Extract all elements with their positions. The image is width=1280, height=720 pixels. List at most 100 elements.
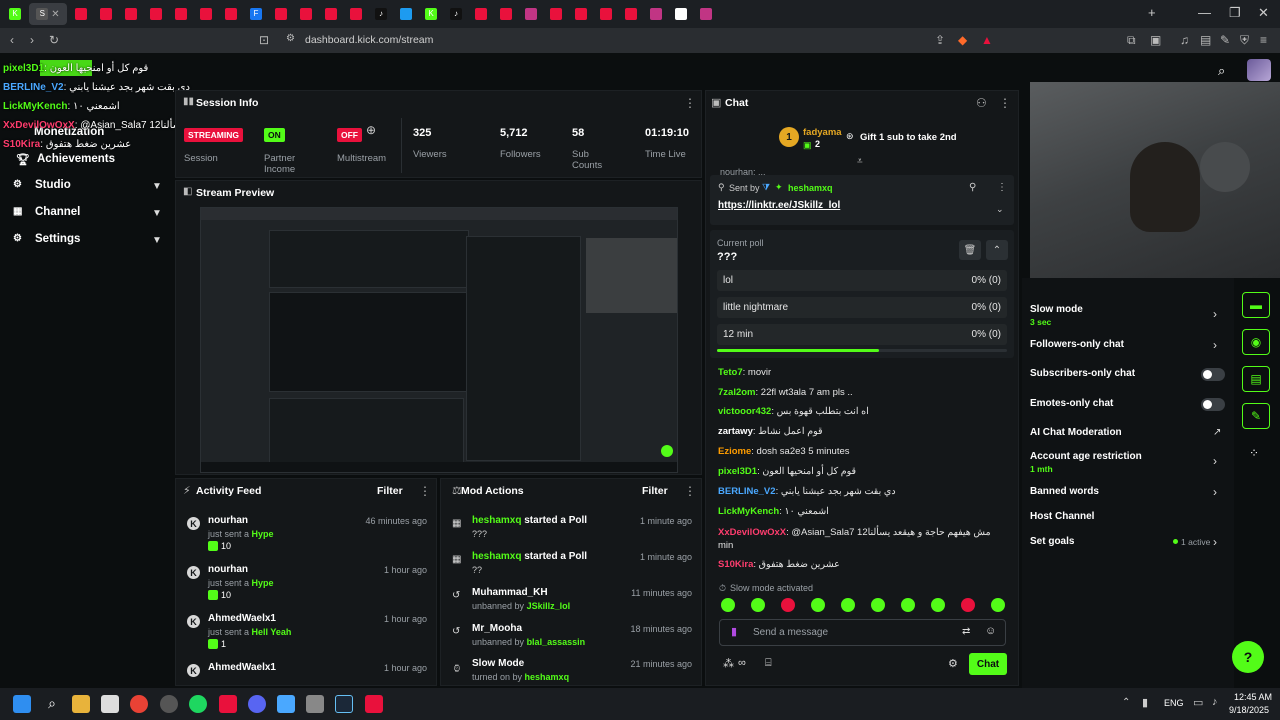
start-icon[interactable] [13, 695, 31, 713]
gifter-name[interactable]: fadyama [803, 127, 842, 138]
sidebar-item-settings[interactable]: Settings [35, 233, 80, 245]
browser-tab[interactable] [470, 3, 492, 25]
browser-tab[interactable]: K [420, 3, 442, 25]
unpin-icon[interactable]: ⚲ [969, 182, 976, 193]
mod-username[interactable]: Mr_Mooha [472, 623, 522, 634]
activity-username[interactable]: nourhan [208, 564, 248, 575]
chevron-right-icon[interactable]: › [1213, 307, 1217, 321]
chat-username[interactable]: S10Kira [718, 559, 753, 570]
chat-input[interactable]: Send a message [753, 627, 828, 638]
chevron-right-icon[interactable]: › [1213, 485, 1217, 499]
more-icon[interactable]: ⋮ [684, 484, 696, 498]
browser-tab[interactable] [595, 3, 617, 25]
broadcast-icon[interactable]: ◉ [1242, 329, 1270, 355]
emote-icon[interactable] [991, 598, 1005, 612]
browser-tab[interactable] [495, 3, 517, 25]
browser-tab[interactable]: G [670, 3, 692, 25]
browser-tab[interactable] [695, 3, 717, 25]
send-chat-button[interactable]: Chat [969, 653, 1007, 675]
browser-tab[interactable] [295, 3, 317, 25]
toggle-switch[interactable] [1201, 398, 1225, 411]
volume-icon[interactable]: ♪ [1212, 696, 1218, 708]
site-info-icon[interactable]: ⚙ [286, 33, 295, 44]
users-icon[interactable]: ⁂ [723, 657, 734, 670]
chevron-down-icon[interactable]: ▼ [152, 208, 162, 219]
setting-slow-mode[interactable]: Slow mode [1030, 304, 1083, 315]
browser-tab[interactable] [145, 3, 167, 25]
extensions-icon[interactable]: ⧉ [1127, 33, 1136, 48]
browser-tab[interactable] [95, 3, 117, 25]
app-icon[interactable] [219, 695, 237, 713]
emote-icon[interactable] [901, 598, 915, 612]
chat-tool-icon[interactable]: ▬ [1242, 292, 1270, 318]
setting-banned-words[interactable]: Banned words [1030, 486, 1099, 497]
sidebar-icon[interactable]: ▣ [1150, 33, 1161, 47]
new-tab-button[interactable]: + [1148, 5, 1156, 20]
wallet-icon[interactable]: ▤ [1200, 33, 1211, 47]
setting-followers-only-chat[interactable]: Followers-only chat [1030, 339, 1124, 350]
emote-icon[interactable] [871, 598, 885, 612]
mod-username[interactable]: heshamxq [472, 551, 521, 562]
mod-actor[interactable]: blal_assassin [527, 637, 586, 647]
bookmark-icon[interactable]: ⊡ [259, 33, 269, 47]
avatar[interactable] [1247, 59, 1271, 81]
activity-username[interactable]: AhmedWaelx1 [208, 613, 276, 624]
browser-tab[interactable] [645, 3, 667, 25]
browser-tab[interactable]: K [4, 3, 26, 25]
mic-icon[interactable]: ▮ [731, 625, 737, 638]
emote-icon[interactable] [811, 598, 825, 612]
browser-tab[interactable]: F [245, 3, 267, 25]
activity-username[interactable]: nourhan [208, 515, 248, 526]
rewards-icon[interactable]: ▲ [981, 33, 993, 47]
language-indicator[interactable]: ENG [1164, 698, 1184, 708]
poll-option[interactable]: 12 min 0% (0) [717, 324, 1007, 345]
toggle-switch[interactable] [1201, 368, 1225, 381]
chevron-right-icon[interactable]: › [1213, 338, 1217, 352]
browser-tab[interactable]: ♪ [445, 3, 467, 25]
search-icon[interactable]: ⌕ [1218, 63, 1225, 79]
steam-icon[interactable] [335, 695, 353, 713]
browser-tab[interactable]: ♪ [370, 3, 392, 25]
more-icon[interactable]: ⋮ [419, 484, 431, 498]
maximize-button[interactable]: ❐ [1229, 5, 1241, 21]
mod-actor[interactable]: JSkillz_lol [527, 601, 571, 611]
chat-username[interactable]: BERLINe_V2 [718, 486, 776, 497]
browser-tab[interactable] [545, 3, 567, 25]
spotify-icon[interactable] [189, 695, 207, 713]
browser-tab[interactable] [270, 3, 292, 25]
browser-tab[interactable] [195, 3, 217, 25]
browser-tab[interactable] [520, 3, 542, 25]
stream-preview-video[interactable] [200, 207, 678, 473]
activity-username[interactable]: AhmedWaelx1 [208, 662, 276, 673]
setting-set-goals[interactable]: Set goals [1030, 536, 1074, 547]
emote-icon[interactable] [751, 598, 765, 612]
browser-tab[interactable] [570, 3, 592, 25]
clock-time[interactable]: 12:45 AM [1234, 692, 1272, 702]
more-icon[interactable]: ⋮ [684, 96, 696, 110]
chevron-up-icon[interactable]: ⌃ [986, 240, 1008, 260]
user-settings-icon[interactable]: ⚇ [976, 96, 987, 110]
chat-username[interactable]: pixel3D1 [718, 466, 757, 477]
mic-tray-icon[interactable]: ▮ [1142, 696, 1148, 709]
browser-tab[interactable] [320, 3, 342, 25]
browser-tab[interactable] [395, 3, 417, 25]
emote-icon[interactable] [781, 598, 795, 612]
collapse-icon[interactable]: ⩡ [857, 156, 863, 167]
browser-tab[interactable] [620, 3, 642, 25]
mod-username[interactable]: Muhammad_KH [472, 587, 548, 598]
more-icon[interactable]: ⋮ [997, 182, 1007, 193]
integrations-icon[interactable]: ⁘ [1249, 446, 1259, 460]
setting-ai-chat-moderation[interactable]: AI Chat Moderation [1030, 427, 1122, 438]
browser-tab[interactable] [70, 3, 92, 25]
menu-icon[interactable]: ≡ [1260, 33, 1267, 47]
external-link-icon[interactable]: ↗ [1213, 427, 1221, 438]
file-explorer-icon[interactable] [72, 695, 90, 713]
translate-icon[interactable]: ⇄ [962, 626, 970, 637]
mod-filter-button[interactable]: Filter [642, 485, 668, 497]
overlay-icon[interactable]: ▤ [1242, 366, 1270, 392]
emote-icon[interactable] [721, 598, 735, 612]
poll-option[interactable]: lol 0% (0) [717, 270, 1007, 291]
chevron-right-icon[interactable]: › [1213, 535, 1217, 549]
partner-income-badge[interactable]: ON [264, 128, 285, 142]
obs-icon[interactable] [365, 695, 383, 713]
